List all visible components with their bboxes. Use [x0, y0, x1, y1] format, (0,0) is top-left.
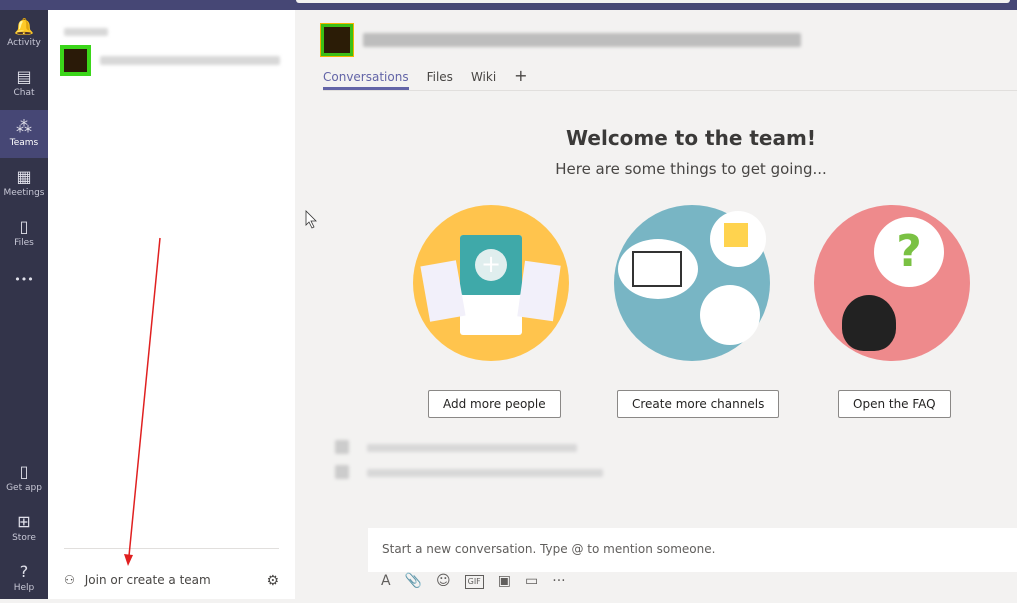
blurred-message	[367, 469, 603, 477]
rail-label: Meetings	[3, 188, 45, 198]
add-more-people-button[interactable]: Add more people	[428, 390, 561, 418]
more-icon: •••	[14, 273, 34, 286]
gif-icon[interactable]: GIF	[464, 575, 484, 589]
sticker-icon[interactable]: ▣	[498, 573, 511, 589]
format-icon[interactable]: A	[381, 573, 391, 589]
title-bar	[0, 0, 1017, 10]
blurred-message	[367, 444, 577, 452]
team-header-avatar	[320, 23, 354, 57]
rail-help[interactable]: ? Help	[0, 555, 48, 603]
store-icon: ⊞	[17, 512, 31, 531]
compose-box[interactable]: Start a new conversation. Type @ to ment…	[368, 528, 1017, 572]
search-bar[interactable]	[296, 0, 1010, 3]
divider	[323, 90, 1017, 91]
open-faq-button[interactable]: Open the FAQ	[838, 390, 951, 418]
compose-toolbar: A 📎 ☺ GIF ▣ ▭ ···	[381, 573, 566, 589]
channel-tabs: Conversations Files Wiki +	[323, 66, 528, 90]
create-channels-illustration	[614, 205, 770, 361]
rail-more[interactable]: •••	[0, 263, 48, 311]
join-team-icon: ⚇	[64, 573, 75, 587]
add-people-illustration: +	[413, 205, 569, 361]
rail-meetings[interactable]: ▦ Meetings	[0, 160, 48, 208]
help-icon: ?	[19, 562, 29, 581]
device-icon: ▯	[19, 462, 29, 481]
rail-label: Help	[13, 583, 35, 593]
rail-teams[interactable]: ⁂ Teams	[0, 110, 48, 158]
rail-get-app[interactable]: ▯ Get app	[0, 455, 48, 503]
rail-label: Teams	[9, 138, 39, 148]
app-rail: 🔔 Activity ▤ Chat ⁂ Teams ▦ Meetings ▯ Files …	[0, 10, 48, 599]
welcome-subtitle: Here are some things to get going...	[555, 160, 827, 178]
chat-icon: ▤	[16, 67, 32, 86]
tab-wiki[interactable]: Wiki	[471, 70, 496, 90]
rail-label: Chat	[13, 88, 35, 98]
join-create-team[interactable]: ⚇ Join or create a team ⚙	[64, 548, 279, 589]
blurred-message-icon	[335, 440, 349, 454]
rail-label: Store	[12, 533, 36, 543]
rail-activity[interactable]: 🔔 Activity	[0, 10, 48, 58]
teams-icon: ⁂	[16, 117, 32, 136]
join-label: Join or create a team	[84, 573, 211, 587]
emoji-icon[interactable]: ☺	[436, 573, 451, 589]
meet-now-icon[interactable]: ▭	[525, 573, 538, 589]
welcome-title: Welcome to the team!	[566, 126, 816, 150]
blurred-channel-title	[363, 33, 801, 47]
file-icon: ▯	[19, 217, 29, 236]
tab-files[interactable]: Files	[427, 70, 453, 90]
rail-label: Activity	[7, 38, 41, 48]
blurred-message-icon	[335, 465, 349, 479]
teams-panel: ⚇ Join or create a team ⚙	[48, 10, 295, 599]
create-more-channels-button[interactable]: Create more channels	[617, 390, 780, 418]
faq-illustration: ?	[814, 205, 970, 361]
attach-icon[interactable]: 📎	[405, 573, 422, 589]
team-avatar[interactable]	[60, 45, 91, 76]
rail-label: Get app	[6, 483, 42, 493]
calendar-icon: ▦	[16, 167, 32, 186]
gear-icon[interactable]: ⚙	[266, 573, 279, 589]
more-options-icon[interactable]: ···	[552, 573, 565, 589]
blurred-team-name[interactable]	[100, 56, 280, 65]
bell-icon: 🔔	[14, 17, 34, 36]
blurred-section-header	[64, 28, 108, 36]
rail-store[interactable]: ⊞ Store	[0, 505, 48, 553]
rail-chat[interactable]: ▤ Chat	[0, 60, 48, 108]
tab-conversations[interactable]: Conversations	[323, 70, 409, 90]
rail-label: Files	[14, 238, 34, 248]
rail-files[interactable]: ▯ Files	[0, 210, 48, 258]
add-tab-icon[interactable]: +	[514, 66, 527, 90]
main-content: Conversations Files Wiki + Welcome to th…	[295, 10, 1017, 599]
